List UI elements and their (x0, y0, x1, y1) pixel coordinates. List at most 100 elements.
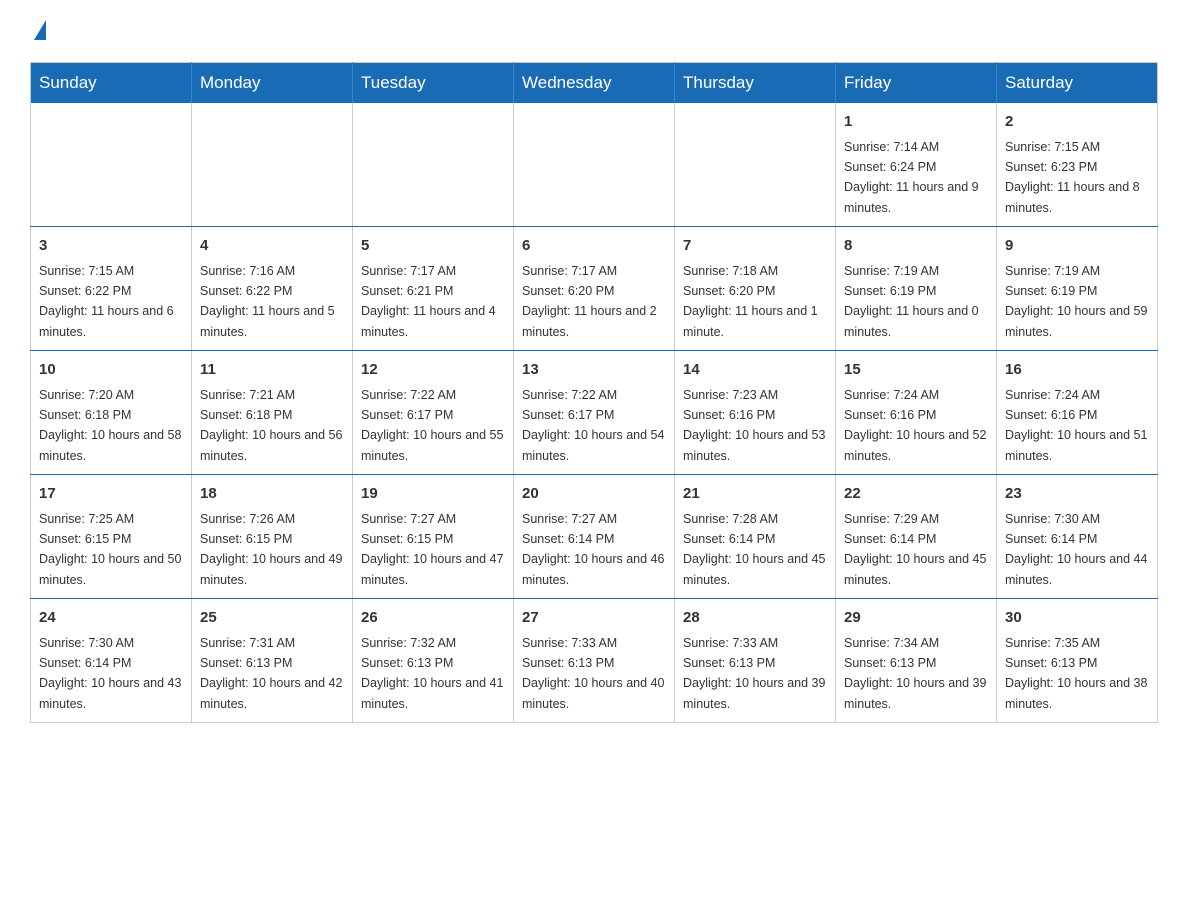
calendar-header: SundayMondayTuesdayWednesdayThursdayFrid… (31, 63, 1158, 104)
day-number: 21 (683, 483, 827, 506)
day-info: Sunrise: 7:35 AMSunset: 6:13 PMDaylight:… (1005, 636, 1147, 711)
calendar-day-cell: 14Sunrise: 7:23 AMSunset: 6:16 PMDayligh… (675, 351, 836, 475)
calendar-day-cell: 23 Sunrise: 7:30 AMSunset: 6:14 PMDayligh… (997, 475, 1158, 599)
day-number: 6 (522, 235, 666, 258)
calendar-day-cell: 11 Sunrise: 7:21 AMSunset: 6:18 PMDayligh… (192, 351, 353, 475)
day-number: 17 (39, 483, 183, 506)
calendar-day-cell (192, 103, 353, 227)
day-number: 28 (683, 607, 827, 630)
day-info: Sunrise: 7:31 AMSunset: 6:13 PMDaylight:… (200, 636, 342, 711)
calendar-day-cell: 6 Sunrise: 7:17 AMSunset: 6:20 PMDaylight… (514, 227, 675, 351)
day-of-week-header: Tuesday (353, 63, 514, 104)
day-of-week-header: Friday (836, 63, 997, 104)
calendar-day-cell (514, 103, 675, 227)
calendar-day-cell: 29Sunrise: 7:34 AMSunset: 6:13 PMDayligh… (836, 599, 997, 723)
day-info: Sunrise: 7:24 AMSunset: 6:16 PMDaylight:… (1005, 388, 1147, 463)
calendar-day-cell: 4 Sunrise: 7:16 AMSunset: 6:22 PMDaylight… (192, 227, 353, 351)
day-number: 19 (361, 483, 505, 506)
calendar-week-row: 1 Sunrise: 7:14 AMSunset: 6:24 PMDaylight… (31, 103, 1158, 227)
calendar-day-cell: 10 Sunrise: 7:20 AMSunset: 6:18 PMDayligh… (31, 351, 192, 475)
day-number: 14 (683, 359, 827, 382)
day-info: Sunrise: 7:30 AMSunset: 6:14 PMDaylight:… (1005, 512, 1147, 587)
calendar-day-cell: 5Sunrise: 7:17 AMSunset: 6:21 PMDaylight… (353, 227, 514, 351)
calendar-day-cell: 21 Sunrise: 7:28 AMSunset: 6:14 PMDayligh… (675, 475, 836, 599)
day-info: Sunrise: 7:20 AMSunset: 6:18 PMDaylight:… (39, 388, 181, 463)
calendar-day-cell (353, 103, 514, 227)
calendar-day-cell: 20 Sunrise: 7:27 AMSunset: 6:14 PMDayligh… (514, 475, 675, 599)
day-number: 23 (1005, 483, 1149, 506)
day-info: Sunrise: 7:29 AMSunset: 6:14 PMDaylight:… (844, 512, 986, 587)
page-header (30, 20, 1158, 42)
day-info: Sunrise: 7:24 AMSunset: 6:16 PMDaylight:… (844, 388, 986, 463)
day-number: 18 (200, 483, 344, 506)
day-of-week-header: Sunday (31, 63, 192, 104)
day-number: 26 (361, 607, 505, 630)
day-info: Sunrise: 7:19 AMSunset: 6:19 PMDaylight:… (1005, 264, 1147, 339)
calendar-day-cell: 8 Sunrise: 7:19 AMSunset: 6:19 PMDaylight… (836, 227, 997, 351)
calendar-week-row: 17Sunrise: 7:25 AMSunset: 6:15 PMDayligh… (31, 475, 1158, 599)
calendar-day-cell: 27 Sunrise: 7:33 AMSunset: 6:13 PMDayligh… (514, 599, 675, 723)
day-number: 4 (200, 235, 344, 258)
calendar-day-cell: 1 Sunrise: 7:14 AMSunset: 6:24 PMDaylight… (836, 103, 997, 227)
calendar-day-cell: 12Sunrise: 7:22 AMSunset: 6:17 PMDayligh… (353, 351, 514, 475)
day-number: 24 (39, 607, 183, 630)
day-info: Sunrise: 7:33 AMSunset: 6:13 PMDaylight:… (522, 636, 664, 711)
day-info: Sunrise: 7:17 AMSunset: 6:21 PMDaylight:… (361, 264, 496, 339)
calendar-day-cell: 26Sunrise: 7:32 AMSunset: 6:13 PMDayligh… (353, 599, 514, 723)
calendar-day-cell: 15Sunrise: 7:24 AMSunset: 6:16 PMDayligh… (836, 351, 997, 475)
day-info: Sunrise: 7:22 AMSunset: 6:17 PMDaylight:… (522, 388, 664, 463)
day-info: Sunrise: 7:21 AMSunset: 6:18 PMDaylight:… (200, 388, 342, 463)
calendar-day-cell: 30 Sunrise: 7:35 AMSunset: 6:13 PMDayligh… (997, 599, 1158, 723)
logo (30, 20, 50, 42)
calendar-day-cell: 2 Sunrise: 7:15 AMSunset: 6:23 PMDaylight… (997, 103, 1158, 227)
calendar-day-cell: 25Sunrise: 7:31 AMSunset: 6:13 PMDayligh… (192, 599, 353, 723)
calendar-day-cell: 24 Sunrise: 7:30 AMSunset: 6:14 PMDayligh… (31, 599, 192, 723)
calendar-day-cell: 9 Sunrise: 7:19 AMSunset: 6:19 PMDaylight… (997, 227, 1158, 351)
logo-triangle-icon (34, 20, 46, 40)
calendar-day-cell (31, 103, 192, 227)
day-number: 11 (200, 359, 344, 382)
day-number: 20 (522, 483, 666, 506)
day-number: 13 (522, 359, 666, 382)
day-info: Sunrise: 7:16 AMSunset: 6:22 PMDaylight:… (200, 264, 335, 339)
calendar-table: SundayMondayTuesdayWednesdayThursdayFrid… (30, 62, 1158, 723)
day-number: 7 (683, 235, 827, 258)
calendar-week-row: 10 Sunrise: 7:20 AMSunset: 6:18 PMDayligh… (31, 351, 1158, 475)
day-number: 22 (844, 483, 988, 506)
day-number: 1 (844, 111, 988, 134)
day-number: 30 (1005, 607, 1149, 630)
calendar-day-cell: 18Sunrise: 7:26 AMSunset: 6:15 PMDayligh… (192, 475, 353, 599)
calendar-day-cell: 7 Sunrise: 7:18 AMSunset: 6:20 PMDaylight… (675, 227, 836, 351)
day-of-week-header: Thursday (675, 63, 836, 104)
day-info: Sunrise: 7:30 AMSunset: 6:14 PMDaylight:… (39, 636, 181, 711)
day-info: Sunrise: 7:15 AMSunset: 6:23 PMDaylight:… (1005, 140, 1140, 215)
calendar-day-cell: 22 Sunrise: 7:29 AMSunset: 6:14 PMDayligh… (836, 475, 997, 599)
day-number: 10 (39, 359, 183, 382)
day-header-row: SundayMondayTuesdayWednesdayThursdayFrid… (31, 63, 1158, 104)
day-info: Sunrise: 7:19 AMSunset: 6:19 PMDaylight:… (844, 264, 979, 339)
calendar-day-cell: 17Sunrise: 7:25 AMSunset: 6:15 PMDayligh… (31, 475, 192, 599)
day-info: Sunrise: 7:27 AMSunset: 6:14 PMDaylight:… (522, 512, 664, 587)
day-of-week-header: Wednesday (514, 63, 675, 104)
day-info: Sunrise: 7:18 AMSunset: 6:20 PMDaylight:… (683, 264, 818, 339)
day-number: 16 (1005, 359, 1149, 382)
day-info: Sunrise: 7:17 AMSunset: 6:20 PMDaylight:… (522, 264, 657, 339)
day-info: Sunrise: 7:34 AMSunset: 6:13 PMDaylight:… (844, 636, 986, 711)
day-info: Sunrise: 7:33 AMSunset: 6:13 PMDaylight:… (683, 636, 825, 711)
calendar-day-cell: 3Sunrise: 7:15 AMSunset: 6:22 PMDaylight… (31, 227, 192, 351)
day-info: Sunrise: 7:27 AMSunset: 6:15 PMDaylight:… (361, 512, 503, 587)
day-number: 12 (361, 359, 505, 382)
day-info: Sunrise: 7:14 AMSunset: 6:24 PMDaylight:… (844, 140, 979, 215)
day-number: 8 (844, 235, 988, 258)
calendar-day-cell: 28 Sunrise: 7:33 AMSunset: 6:13 PMDayligh… (675, 599, 836, 723)
day-of-week-header: Monday (192, 63, 353, 104)
calendar-week-row: 24 Sunrise: 7:30 AMSunset: 6:14 PMDayligh… (31, 599, 1158, 723)
day-info: Sunrise: 7:28 AMSunset: 6:14 PMDaylight:… (683, 512, 825, 587)
day-number: 9 (1005, 235, 1149, 258)
calendar-day-cell (675, 103, 836, 227)
day-number: 2 (1005, 111, 1149, 134)
calendar-week-row: 3Sunrise: 7:15 AMSunset: 6:22 PMDaylight… (31, 227, 1158, 351)
day-number: 27 (522, 607, 666, 630)
calendar-day-cell: 16 Sunrise: 7:24 AMSunset: 6:16 PMDayligh… (997, 351, 1158, 475)
day-of-week-header: Saturday (997, 63, 1158, 104)
